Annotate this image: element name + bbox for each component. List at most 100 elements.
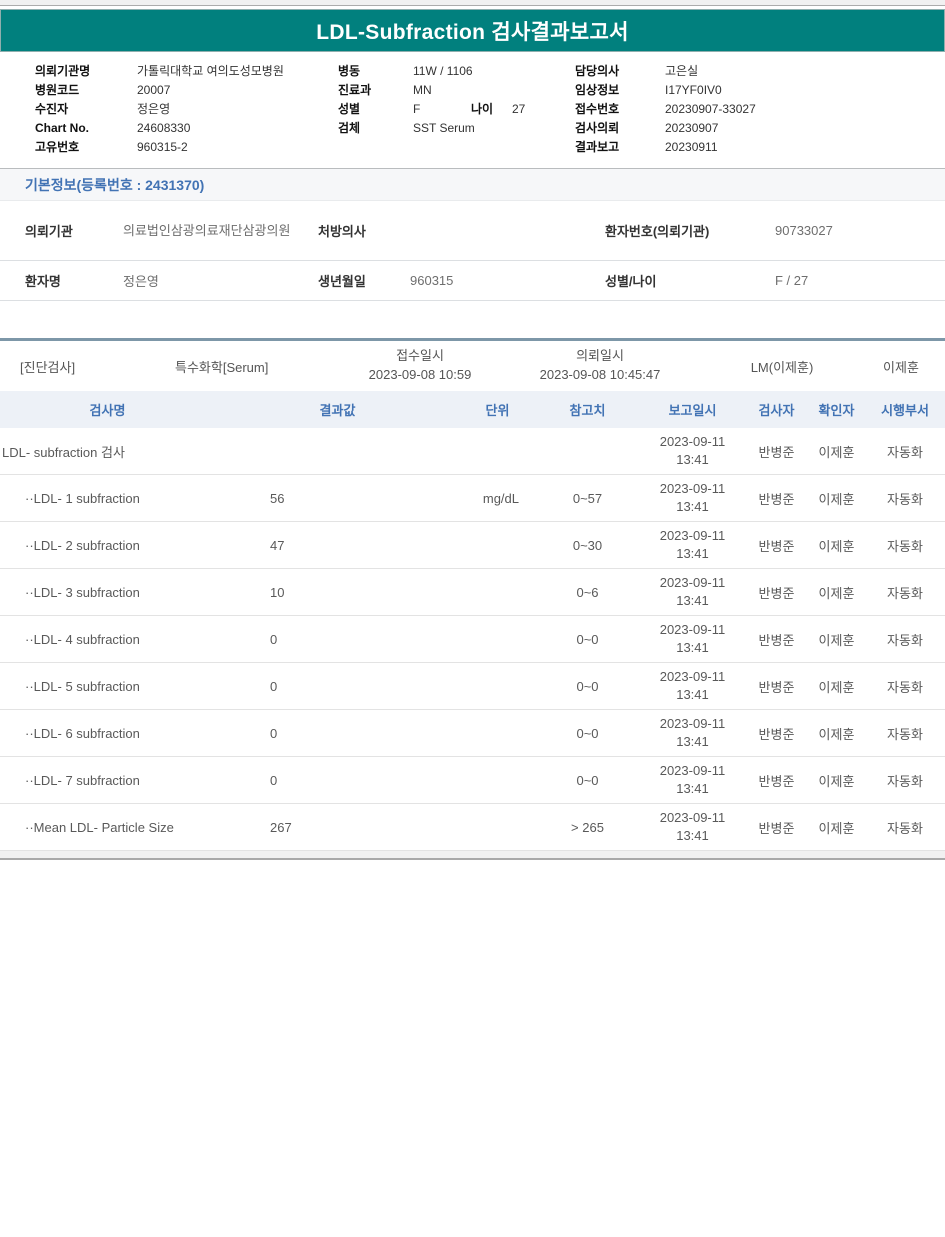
reporter-name: 이제훈 [857, 341, 945, 391]
header-field: 접수번호20230907-33027 [575, 99, 756, 118]
window-top-strip [0, 0, 945, 6]
report-datetime-cell: 2023-09-1113:41 [640, 668, 745, 704]
reference-cell: 0~0 [535, 726, 640, 741]
tester-cell: 반병준 [745, 583, 808, 602]
report-datetime-cell: 2023-09-1113:41 [640, 433, 745, 469]
receipt-label: 접수일시 [396, 347, 444, 366]
field-value: 고은실 [665, 62, 698, 79]
result-row: ··Mean LDL- Particle Size 267 > 265 2023… [0, 804, 945, 851]
field-label: 진료과 [338, 81, 413, 98]
requesting-org-value: 의료법인삼광의료재단삼광의원 [123, 222, 290, 240]
header-field: 병원코드20007 [35, 80, 284, 99]
report-date: 2023-09-11 [640, 574, 745, 592]
order-info-bar: [진단검사] 특수화학[Serum] 접수일시 2023-09-08 10:59… [0, 338, 945, 391]
field-value: 24608330 [137, 121, 190, 135]
tester-cell: 반병준 [745, 771, 808, 790]
field-label: 검체 [338, 119, 413, 136]
report-time: 13:41 [640, 498, 745, 516]
field-value: 960315 [410, 273, 605, 288]
result-row: ··LDL- 6 subfraction 0 0~0 2023-09-1113:… [0, 710, 945, 757]
tester-cell: 반병준 [745, 724, 808, 743]
field-value: MN [413, 83, 432, 97]
verifier-cell: 이제훈 [808, 583, 865, 602]
patient-header-left-column: 의뢰기관명가톨릭대학교 여의도성모병원 병원코드20007 수진자정은영 Cha… [35, 61, 284, 156]
report-date: 2023-09-11 [640, 480, 745, 498]
result-value-cell: 47 [215, 538, 460, 553]
field-label: 환자명 [25, 271, 123, 290]
performing-dept-cell: 자동화 [865, 442, 945, 461]
test-name-cell: ··LDL- 7 subfraction [0, 773, 215, 788]
column-header-test-name: 검사명 [0, 400, 215, 419]
field-label: 접수번호 [575, 100, 665, 117]
report-date: 2023-09-11 [640, 621, 745, 639]
field-label: 병원코드 [35, 81, 137, 98]
report-time: 13:41 [640, 780, 745, 798]
field-value: 20230907 [665, 121, 718, 135]
report-datetime-cell: 2023-09-1113:41 [640, 527, 745, 563]
basic-info-title: 기본정보(등록번호 : 2431370) [25, 175, 204, 195]
patient-header-right-column: 담당의사고은실 임상정보I17YF0IV0 접수번호20230907-33027… [575, 61, 756, 156]
report-datetime-cell: 2023-09-1113:41 [640, 621, 745, 657]
header-field: 검사의뢰20230907 [575, 118, 756, 137]
test-name-cell: ··Mean LDL- Particle Size [0, 820, 215, 835]
column-header-reference: 참고치 [535, 400, 640, 419]
header-field: 임상정보I17YF0IV0 [575, 80, 756, 99]
reference-cell: 0~0 [535, 632, 640, 647]
field-value: 의료법인삼광의료재단삼광의원 [123, 222, 318, 240]
request-label: 의뢰일시 [576, 347, 624, 366]
reference-cell: 0~0 [535, 679, 640, 694]
report-time: 13:41 [640, 592, 745, 610]
column-header-verifier: 확인자 [808, 400, 865, 419]
field-value: 정은영 [137, 100, 170, 117]
report-datetime-cell: 2023-09-1113:41 [640, 762, 745, 798]
unit-cell: mg/dL [460, 491, 535, 506]
field-value: I17YF0IV0 [665, 83, 722, 97]
report-title-bar: LDL-Subfraction 검사결과보고서 [0, 9, 945, 52]
basic-info-row: 환자명 정은영 생년월일 960315 성별/나이 F / 27 [0, 261, 945, 301]
field-value: SST Serum [413, 121, 475, 135]
field-value: 11W / 1106 [413, 64, 473, 78]
header-field: 결과보고20230911 [575, 137, 756, 156]
column-header-tester: 검사자 [745, 400, 808, 419]
patient-header: 의뢰기관명가톨릭대학교 여의도성모병원 병원코드20007 수진자정은영 Cha… [0, 52, 945, 160]
report-time: 13:41 [640, 827, 745, 845]
test-name-cell: ··LDL- 3 subfraction [0, 585, 215, 600]
performing-dept-cell: 자동화 [865, 724, 945, 743]
sex-value: F [413, 102, 471, 116]
performing-dept-cell: 자동화 [865, 818, 945, 837]
field-label: 결과보고 [575, 138, 665, 155]
verifier-cell: 이제훈 [808, 536, 865, 555]
order-test-group: 특수화학[Serum] [175, 341, 268, 391]
header-field: 고유번호960315-2 [35, 137, 284, 156]
result-row: ··LDL- 1 subfraction 56 mg/dL 0~57 2023-… [0, 475, 945, 522]
field-value: 20230907-33027 [665, 102, 756, 116]
result-value-cell: 10 [215, 585, 460, 600]
report-datetime-cell: 2023-09-1113:41 [640, 480, 745, 516]
header-field-sex-age: 성별 F 나이 27 [338, 99, 525, 118]
order-department: [진단검사] [20, 341, 75, 391]
field-label: 성별 [338, 100, 413, 117]
report-datetime-cell: 2023-09-1113:41 [640, 809, 745, 845]
header-field: 진료과MN [338, 80, 525, 99]
performing-dept-cell: 자동화 [865, 630, 945, 649]
tester-cell: 반병준 [745, 442, 808, 461]
report-time: 13:41 [640, 686, 745, 704]
field-label: 성별/나이 [605, 271, 775, 290]
table-footer-bar [0, 851, 945, 860]
tester-cell: 반병준 [745, 818, 808, 837]
field-value: 20007 [137, 83, 170, 97]
field-label: 고유번호 [35, 138, 137, 155]
test-name-cell: ··LDL- 4 subfraction [0, 632, 215, 647]
lab-section: LM(이제훈) [722, 341, 842, 391]
receipt-datetime-block: 접수일시 2023-09-08 10:59 [320, 341, 520, 391]
field-label: 환자번호(의뢰기관) [605, 221, 775, 240]
report-date: 2023-09-11 [640, 809, 745, 827]
test-name-cell: LDL- subfraction 검사 [0, 442, 215, 461]
result-value-cell: 267 [215, 820, 460, 835]
age-label: 나이 [471, 100, 512, 117]
field-label: 담당의사 [575, 62, 665, 79]
test-name-cell: ··LDL- 5 subfraction [0, 679, 215, 694]
report-title: LDL-Subfraction 검사결과보고서 [316, 16, 628, 46]
result-row: ··LDL- 5 subfraction 0 0~0 2023-09-1113:… [0, 663, 945, 710]
result-row: ··LDL- 7 subfraction 0 0~0 2023-09-1113:… [0, 757, 945, 804]
